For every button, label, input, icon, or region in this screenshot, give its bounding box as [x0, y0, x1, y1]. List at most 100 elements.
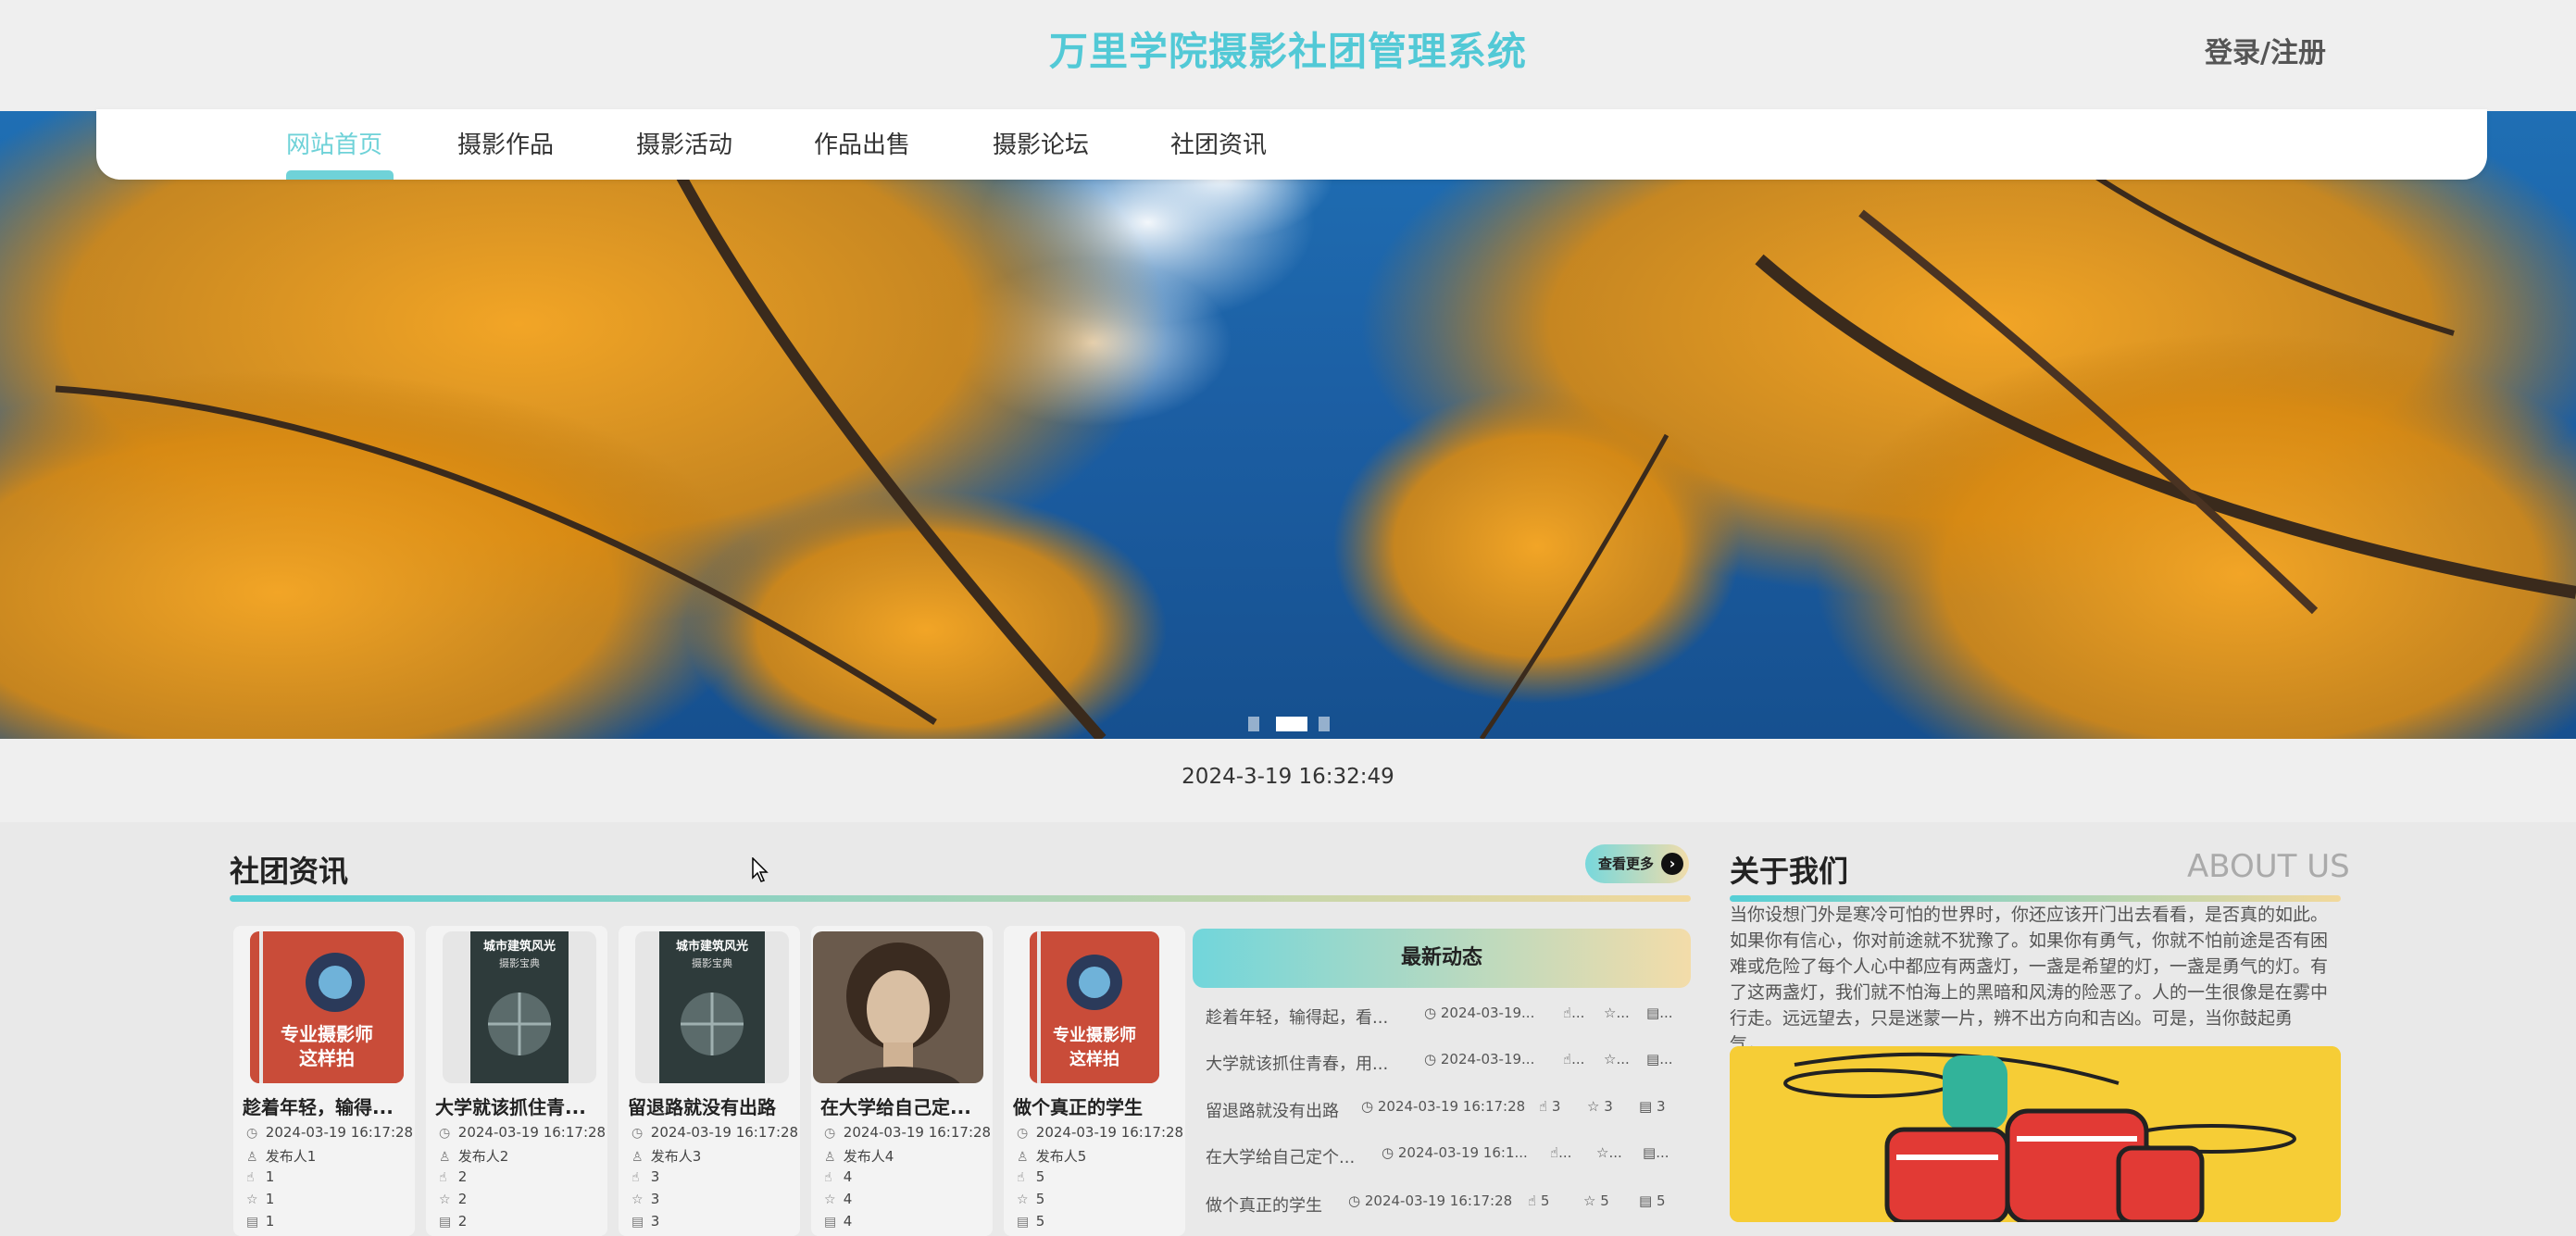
- news-card-time: ◷ 2024-03-19 16:17:28: [1017, 1124, 1184, 1141]
- news-card-cover: 专业摄影师 这样拍: [1030, 931, 1159, 1083]
- mouse-cursor-icon: [752, 856, 770, 887]
- latest-row-title: 做个真正的学生: [1206, 1196, 1322, 1216]
- star-icon: ☆: [631, 1192, 644, 1207]
- news-card-cover: [813, 931, 983, 1083]
- news-card[interactable]: 在大学给自己定... ◷ 2024-03-19 16:17:28 ♙ 发布人4 …: [811, 926, 993, 1236]
- star-icon: ☆: [824, 1192, 836, 1207]
- thumb-up-icon: ☝: [439, 1170, 447, 1185]
- latest-row-likes: ☝...: [1550, 1144, 1572, 1161]
- thumb-up-icon: ☝: [824, 1170, 832, 1185]
- nav-works[interactable]: 摄影作品: [457, 126, 554, 160]
- news-card-title: 趁着年轻，输得...: [243, 1096, 394, 1118]
- news-card-time: ◷ 2024-03-19 16:17:28: [824, 1124, 992, 1141]
- clock-icon: ◷: [246, 1126, 258, 1141]
- latest-row-time: ◷ 2024-03-19...: [1424, 1051, 1535, 1067]
- star-icon: ☆: [246, 1192, 258, 1207]
- latest-updates-header: 最新动态: [1193, 929, 1691, 988]
- svg-text:摄影宝典: 摄影宝典: [499, 956, 540, 969]
- nav-active-indicator: [286, 170, 394, 180]
- user-icon: ♙: [439, 1150, 451, 1165]
- nav-news[interactable]: 社团资讯: [1170, 126, 1267, 160]
- nav-forum[interactable]: 摄影论坛: [993, 126, 1089, 160]
- news-card-title: 大学就该抓住青...: [435, 1096, 586, 1118]
- news-card-publisher: ♙ 发布人2: [439, 1148, 509, 1165]
- news-card-favorites: ☆ 1: [246, 1191, 275, 1207]
- svg-text:城市建筑风光: 城市建筑风光: [483, 939, 556, 954]
- latest-row-views: ▤...: [1646, 1051, 1673, 1067]
- main-nav: 网站首页 摄影作品 摄影活动 作品出售 摄影论坛 社团资讯: [96, 109, 2487, 180]
- news-card-views: ▤ 1: [246, 1213, 275, 1230]
- document-icon: ▤: [631, 1215, 644, 1230]
- svg-text:城市建筑风光: 城市建筑风光: [676, 939, 748, 954]
- news-card-favorites: ☆ 4: [824, 1191, 853, 1207]
- news-card-favorites: ☆ 3: [631, 1191, 660, 1207]
- about-section-title: 关于我们: [1730, 854, 1849, 889]
- news-card[interactable]: 专业摄影师 这样拍 做个真正的学生 ◷ 2024-03-19 16:17:28 …: [1004, 926, 1185, 1236]
- latest-row-title: 趁着年轻，输得起，看...: [1206, 1008, 1389, 1028]
- nav-activities[interactable]: 摄影活动: [636, 126, 732, 160]
- clock-icon: ◷: [631, 1126, 644, 1141]
- news-card-views: ▤ 2: [439, 1213, 468, 1230]
- latest-row-title: 在大学给自己定个...: [1206, 1148, 1356, 1167]
- news-card-likes: ☝ 1: [246, 1168, 275, 1185]
- news-card-likes: ☝ 5: [1017, 1168, 1045, 1185]
- news-card-views: ▤ 4: [824, 1213, 853, 1230]
- site-title: 万里学院摄影社团管理系统: [1048, 29, 1527, 74]
- about-section-title-en: ABOUT US: [2187, 848, 2350, 885]
- login-register-link[interactable]: 登录/注册: [2205, 30, 2326, 70]
- news-title-underline: [230, 895, 1691, 902]
- clock-icon: ◷: [439, 1126, 451, 1141]
- thumb-up-icon: ☝: [631, 1170, 640, 1185]
- user-icon: ♙: [824, 1150, 836, 1165]
- star-icon: ☆: [1017, 1192, 1029, 1207]
- news-section-title: 社团资讯: [230, 854, 349, 889]
- news-card-views: ▤ 3: [631, 1213, 660, 1230]
- document-icon: ▤: [246, 1215, 259, 1230]
- user-icon: ♙: [1017, 1150, 1029, 1165]
- latest-row-time: ◷ 2024-03-19...: [1424, 1005, 1535, 1021]
- carousel-dot-3[interactable]: [1319, 717, 1330, 731]
- news-card-favorites: ☆ 5: [1017, 1191, 1045, 1207]
- document-icon: ▤: [439, 1215, 452, 1230]
- latest-row-likes: ☝...: [1563, 1005, 1585, 1021]
- news-card-title: 在大学给自己定...: [820, 1096, 971, 1118]
- news-card-title: 留退路就没有出路: [628, 1096, 776, 1118]
- user-icon: ♙: [631, 1150, 644, 1165]
- news-card-publisher: ♙ 发布人1: [246, 1148, 317, 1165]
- latest-row-favorites: ☆...: [1596, 1144, 1622, 1161]
- latest-row-views: ▤...: [1643, 1144, 1669, 1161]
- news-card[interactable]: 专业摄影师 这样拍 趁着年轻，输得... ◷ 2024-03-19 16:17:…: [233, 926, 415, 1236]
- news-card[interactable]: 城市建筑风光 摄影宝典 留退路就没有出路 ◷ 2024-03-19 16:17:…: [619, 926, 800, 1236]
- latest-row-views: ▤ 5: [1639, 1192, 1666, 1209]
- current-datetime: 2024-3-19 16:32:49: [1182, 765, 1394, 789]
- latest-row-time: ◷ 2024-03-19 16:1...: [1382, 1144, 1528, 1161]
- document-icon: ▤: [824, 1215, 837, 1230]
- news-card[interactable]: 城市建筑风光 摄影宝典 大学就该抓住青... ◷ 2024-03-19 16:1…: [426, 926, 607, 1236]
- news-card-time: ◷ 2024-03-19 16:17:28: [246, 1124, 414, 1141]
- news-card-likes: ☝ 4: [824, 1168, 853, 1185]
- carousel-dot-2[interactable]: [1276, 717, 1307, 731]
- view-more-button[interactable]: 查看更多 ›: [1585, 844, 1689, 883]
- star-icon: ☆: [439, 1192, 451, 1207]
- news-card-title: 做个真正的学生: [1013, 1096, 1143, 1118]
- latest-row-title: 留退路就没有出路: [1206, 1102, 1339, 1121]
- about-text: 当你设想门外是寒冷可怕的世界时，你还应该开门出去看看，是否真的如此。如果你有信心…: [1730, 905, 2329, 1055]
- banner-image: [0, 111, 2576, 739]
- thumb-up-icon: ☝: [246, 1170, 255, 1185]
- nav-home[interactable]: 网站首页: [286, 126, 382, 160]
- latest-row-time: ◷ 2024-03-19 16:17:28: [1348, 1192, 1513, 1209]
- news-card-time: ◷ 2024-03-19 16:17:28: [631, 1124, 799, 1141]
- latest-row-favorites: ☆ 3: [1587, 1098, 1613, 1115]
- news-card-cover: 专业摄影师 这样拍: [250, 931, 404, 1083]
- clock-icon: ◷: [1017, 1126, 1029, 1141]
- banner-carousel[interactable]: [0, 111, 2576, 739]
- latest-row-favorites: ☆ 5: [1583, 1192, 1609, 1209]
- news-card-cover: 城市建筑风光 摄影宝典: [635, 931, 789, 1083]
- news-card-views: ▤ 5: [1017, 1213, 1045, 1230]
- latest-row-favorites: ☆...: [1604, 1005, 1630, 1021]
- news-card-publisher: ♙ 发布人4: [824, 1148, 894, 1165]
- news-card-likes: ☝ 2: [439, 1168, 468, 1185]
- nav-sales[interactable]: 作品出售: [814, 126, 910, 160]
- carousel-dot-1[interactable]: [1248, 717, 1259, 731]
- svg-text:这样拍: 这样拍: [299, 1047, 355, 1069]
